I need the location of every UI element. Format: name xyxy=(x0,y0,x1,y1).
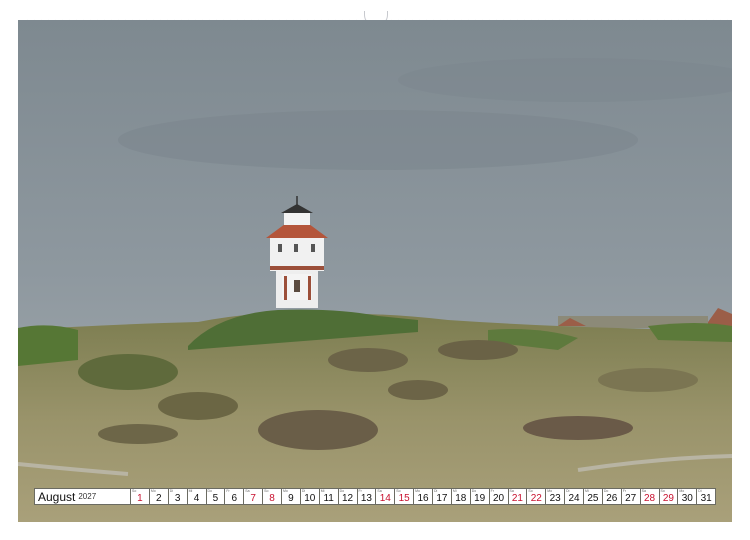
day-cell: Di 31 xyxy=(697,489,716,504)
day-number: 16 xyxy=(417,493,429,504)
day-number: 26 xyxy=(606,493,618,504)
day-cell: Do 5 xyxy=(206,489,225,504)
day-cell: Di 17 xyxy=(433,489,451,504)
day-number: 12 xyxy=(342,493,354,504)
day-number: 31 xyxy=(700,493,712,504)
day-number: 21 xyxy=(511,493,523,504)
day-number: 20 xyxy=(493,493,505,504)
day-number: 25 xyxy=(587,493,599,504)
day-cell: Di 3 xyxy=(168,489,187,504)
day-cell: Mo 16 xyxy=(414,489,432,504)
day-cell: Mo 30 xyxy=(678,489,697,504)
calendar-strip: August 2027 So 1 Mo 2 Di 3 Mi 4 Do 5 Fr 6 Sa 7 So 8 Mo 9 D… xyxy=(34,488,716,505)
day-cell: So 29 xyxy=(659,489,678,504)
day-cell: Di 10 xyxy=(300,489,319,504)
day-cell: Fr 20 xyxy=(489,489,508,504)
day-cell: Mi 18 xyxy=(451,489,470,504)
day-number: 24 xyxy=(568,493,580,504)
day-cell: Do 19 xyxy=(470,489,489,504)
day-cell: Mi 25 xyxy=(584,489,602,504)
day-number: 27 xyxy=(625,493,637,504)
day-number: 5 xyxy=(212,493,219,504)
day-cell: Mo 9 xyxy=(282,489,300,504)
day-number: 14 xyxy=(379,493,391,504)
day-cell: Fr 27 xyxy=(621,489,640,504)
day-cell: Mo 23 xyxy=(546,489,565,504)
day-number: 15 xyxy=(398,493,410,504)
heather-patch xyxy=(388,380,448,400)
heather-patch xyxy=(78,354,178,390)
bushes xyxy=(648,323,732,342)
day-number: 28 xyxy=(644,493,656,504)
day-number: 11 xyxy=(323,493,334,504)
heather-patch xyxy=(523,416,633,440)
day-cell: Sa 21 xyxy=(508,489,527,504)
day-cell: Sa 7 xyxy=(244,489,263,504)
day-number: 18 xyxy=(455,493,467,504)
day-cell: So 15 xyxy=(395,489,414,504)
day-number: 22 xyxy=(530,493,542,504)
day-cell: Do 26 xyxy=(602,489,621,504)
day-number: 9 xyxy=(288,493,294,504)
day-number: 7 xyxy=(250,493,256,504)
landscape-photo xyxy=(18,20,732,522)
day-cell: Di 24 xyxy=(565,489,583,504)
month-name: August xyxy=(38,489,76,504)
day-number: 29 xyxy=(662,493,674,504)
day-number: 4 xyxy=(193,493,200,504)
day-number: 6 xyxy=(231,493,238,504)
day-cell: Sa 14 xyxy=(376,489,395,504)
day-number: 8 xyxy=(269,493,275,504)
heather-patch xyxy=(438,340,518,360)
year-label: 2027 xyxy=(78,492,97,501)
heather-patch xyxy=(258,410,378,450)
day-cell: So 1 xyxy=(131,489,149,504)
day-number: 13 xyxy=(360,493,372,504)
day-cell: Mo 2 xyxy=(149,489,168,504)
heather-patch xyxy=(328,348,408,372)
day-number: 17 xyxy=(436,493,448,504)
day-cell: Mi 11 xyxy=(319,489,338,504)
day-number: 23 xyxy=(549,493,561,504)
day-number: 2 xyxy=(156,493,162,504)
day-cell: So 22 xyxy=(527,489,546,504)
day-number: 10 xyxy=(304,493,316,504)
day-cell: Do 12 xyxy=(338,489,357,504)
heather-patch xyxy=(98,424,178,444)
day-cell: Mi 4 xyxy=(187,489,206,504)
month-label-box: August 2027 xyxy=(35,489,130,504)
day-number: 3 xyxy=(174,493,181,504)
calendar-photo xyxy=(18,20,732,522)
day-cell: Fr 6 xyxy=(225,489,244,504)
day-cells: So 1 Mo 2 Di 3 Mi 4 Do 5 Fr 6 Sa 7 So 8 Mo 9 Di 10 Mi 11 Do 12 F… xyxy=(131,488,716,505)
day-number: 30 xyxy=(681,493,693,504)
day-cell: So 8 xyxy=(263,489,281,504)
day-number: 19 xyxy=(474,493,486,504)
day-cell: Sa 28 xyxy=(640,489,659,504)
cloud-band xyxy=(118,110,638,170)
heather-patch xyxy=(158,392,238,420)
day-cell: Fr 13 xyxy=(357,489,376,504)
day-number: 1 xyxy=(137,493,143,504)
bushes xyxy=(18,325,78,366)
heather-patch xyxy=(598,368,698,392)
